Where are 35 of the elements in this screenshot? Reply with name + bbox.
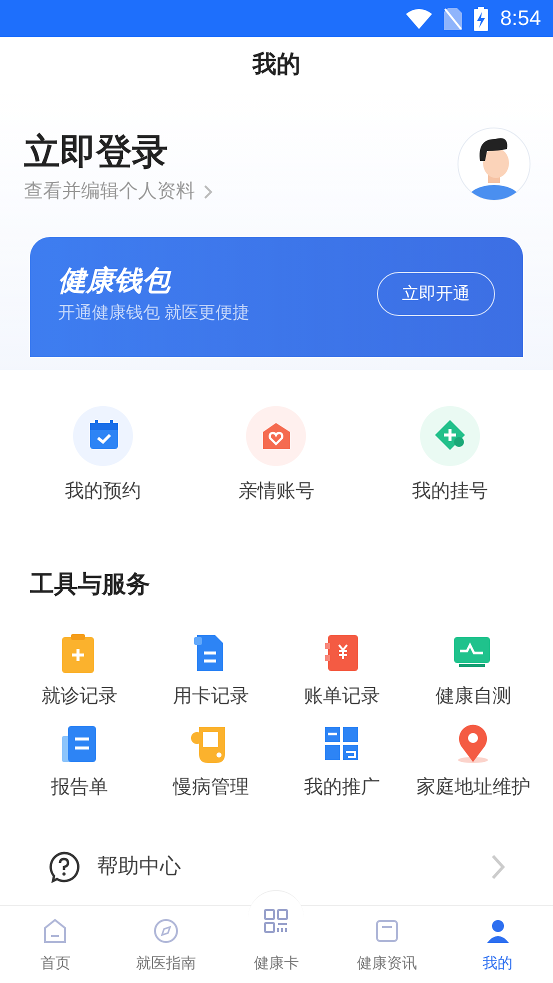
no-sim-icon (444, 8, 462, 30)
avatar[interactable] (457, 127, 531, 201)
tab[interactable]: 我的 (442, 906, 553, 983)
login-title[interactable]: 立即登录 (24, 128, 213, 176)
wallet-subtitle: 开通健康钱包 就医更便捷 (58, 302, 250, 324)
quick-action[interactable]: 我的挂号 (363, 406, 537, 530)
tab[interactable]: 首页 (0, 906, 111, 983)
tool-item[interactable]: 家庭地址维护 (408, 722, 539, 802)
wallet-title: 健康钱包 (58, 264, 172, 298)
tab[interactable]: 健康卡 (254, 906, 299, 983)
help-icon (48, 851, 80, 883)
open-wallet-button[interactable]: 立即开通 (377, 272, 495, 316)
quick-action[interactable]: 亲情账号 (190, 406, 364, 530)
calendar-icon (72, 406, 133, 466)
chevron-right-icon (203, 184, 213, 200)
status-time: 8:54 (500, 6, 541, 32)
tool-item[interactable]: 我的推广 (276, 722, 408, 802)
page-title: 我的 (252, 50, 300, 80)
help-row[interactable]: 帮助中心 (0, 845, 553, 889)
compass-icon (152, 916, 180, 944)
tool-item[interactable]: 健康自测 (408, 631, 539, 712)
tool-item[interactable]: 就诊记录 (14, 631, 146, 712)
battery-icon (474, 6, 488, 30)
tab[interactable]: 就医指南 (110, 906, 222, 983)
section-title: 工具与服务 (29, 570, 151, 600)
chevron-right-icon (491, 854, 505, 880)
diamond-plus-icon (420, 406, 480, 466)
wifi-icon (406, 8, 432, 28)
quick-action[interactable]: 我的预约 (16, 406, 190, 530)
tool-item[interactable]: 慢病管理 (145, 722, 276, 802)
tab[interactable]: 健康资讯 (332, 906, 442, 983)
qr-code-icon (262, 907, 290, 935)
tool-item[interactable]: 用卡记录 (145, 631, 276, 712)
tool-item[interactable]: 账单记录 (276, 631, 408, 712)
tool-item[interactable]: 报告单 (14, 722, 146, 802)
